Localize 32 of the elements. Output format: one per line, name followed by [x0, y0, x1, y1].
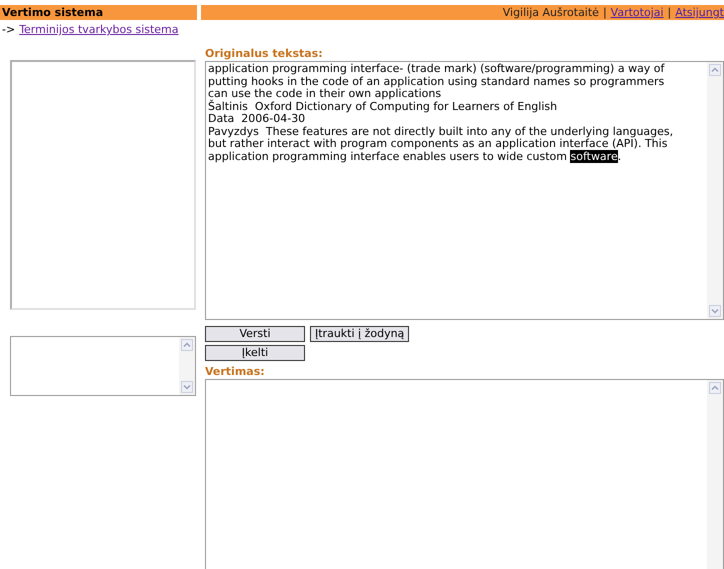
text-line: application programming interface- (trade mark) (software/programming) a way of [208, 63, 666, 76]
scroll-up-icon[interactable] [709, 382, 721, 394]
original-text-area[interactable] [205, 61, 724, 320]
text-line: Pavyzdys These features are not directly built into any of the underlying languages, [208, 126, 674, 138]
text-line: putting hooks in the code of an application using standard names so programmers [208, 76, 666, 88]
original-label: Originalus tekstas: [205, 47, 324, 61]
list-box[interactable] [10, 60, 196, 310]
text-line: but rather interact with program components as an application interface (API). This [208, 138, 668, 150]
separator: | [668, 5, 672, 20]
text-line: application programming interface enables users to wide custom software. [208, 150, 622, 163]
scrollbar[interactable] [707, 62, 723, 319]
text-area[interactable] [10, 336, 196, 396]
separator: | [602, 5, 607, 20]
header-link[interactable]: Vartotojai [610, 5, 664, 20]
scroll-down-icon[interactable] [709, 305, 721, 317]
add-to-dictionary-button[interactable]: Įtraukti į žodyną [310, 326, 410, 342]
text-line: can use the code in their own applications [208, 88, 442, 100]
scroll-down-icon[interactable] [181, 381, 193, 393]
translate-button[interactable]: Versti [205, 326, 305, 342]
translation-text-area[interactable] [205, 379, 724, 569]
text-line: Šaltinis Oxford Dictionary of Computing for Learners of English [208, 100, 558, 113]
scroll-up-icon[interactable] [709, 64, 721, 76]
scroll-up-icon[interactable] [181, 339, 193, 351]
arrow-text: -> [2, 23, 16, 37]
user-name: Vigilija Aušrotaitė [502, 5, 599, 20]
scrollbar[interactable] [179, 337, 195, 395]
translation-label: Vertimas: [205, 365, 266, 379]
upload-button[interactable]: Įkelti [205, 345, 305, 361]
breadcrumb-link[interactable]: Terminijos tvarkybos sistema [19, 23, 179, 37]
header-link[interactable]: Atsijungt [675, 5, 724, 20]
header-title: Vertimo sistema [0, 5, 197, 20]
text-line: Data 2006-04-30 [208, 113, 306, 126]
